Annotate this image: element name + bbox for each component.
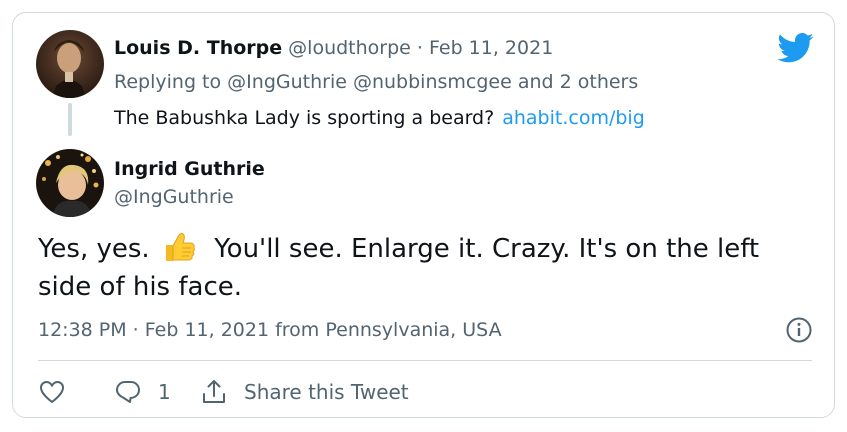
parent-author-name[interactable]: Louis D. Thorpe	[114, 37, 282, 59]
actions-divider	[38, 360, 812, 361]
header-separator: ·	[416, 37, 423, 59]
main-tweet-text-part1: Yes, yes.	[38, 234, 150, 264]
replying-to-line: Replying to @IngGuthrie @nubbinsmcgee an…	[114, 70, 638, 94]
parent-tweet-body: The Babushka Lady is sporting a beard?	[114, 107, 495, 129]
heart-icon	[39, 380, 65, 404]
share-icon	[203, 380, 225, 403]
parent-tweet-link[interactable]: ahabit.com/big	[502, 107, 645, 129]
replying-mentions[interactable]: @IngGuthrie @nubbinsmcgee	[227, 71, 512, 93]
reply-bubble-icon	[116, 381, 140, 403]
thumbs-up-icon	[165, 233, 195, 261]
parent-tweet-date[interactable]: Feb 11, 2021	[429, 37, 553, 59]
main-author-avatar[interactable]	[36, 149, 104, 217]
main-tweet-text: Yes, yes. You'll see. Enlarge it. Crazy.…	[38, 230, 818, 306]
thread-connector-line	[68, 103, 72, 136]
tweet-timestamp[interactable]: 12:38 PM · Feb 11, 2021 from Pennsylvani…	[38, 318, 502, 342]
parent-tweet-header: Louis D. Thorpe @loudthorpe · Feb 11, 20…	[114, 36, 553, 60]
parent-author-avatar[interactable]	[36, 30, 104, 98]
parent-tweet-text: The Babushka Lady is sporting a beard? ah…	[114, 106, 645, 130]
main-author-name[interactable]: Ingrid Guthrie	[114, 157, 265, 181]
reply-button[interactable]: 1	[114, 378, 171, 406]
replying-prefix: Replying to	[114, 71, 222, 93]
share-label: Share this Tweet	[244, 380, 409, 404]
main-author-handle[interactable]: @IngGuthrie	[114, 185, 234, 209]
like-button[interactable]	[38, 378, 66, 406]
parent-author-handle[interactable]: @loudthorpe	[288, 37, 411, 59]
reply-count: 1	[158, 380, 171, 404]
twitter-bird-icon[interactable]	[778, 33, 814, 63]
replying-suffix[interactable]: and 2 others	[518, 71, 638, 93]
info-icon[interactable]	[785, 316, 813, 344]
share-button[interactable]: Share this Tweet	[200, 378, 409, 406]
